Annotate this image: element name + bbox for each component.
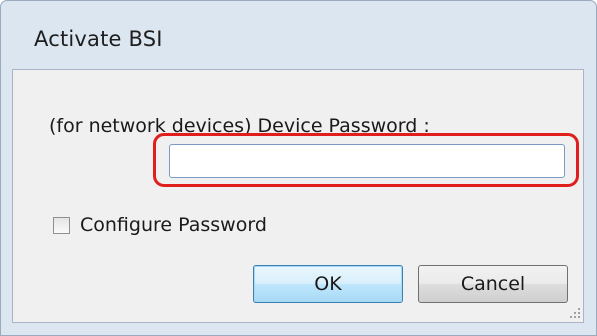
title-bar[interactable]: Activate BSI bbox=[1, 1, 596, 69]
device-password-input[interactable] bbox=[169, 144, 565, 178]
cancel-button-label: Cancel bbox=[460, 273, 526, 295]
resize-grip-icon[interactable] bbox=[569, 308, 581, 320]
configure-password-label[interactable]: Configure Password bbox=[80, 214, 267, 236]
configure-password-checkbox[interactable] bbox=[53, 216, 70, 234]
dialog-window: Activate BSI (for network devices) Devic… bbox=[0, 0, 597, 336]
dialog-body: (for network devices) Device Password : … bbox=[12, 69, 584, 323]
ok-button-label: OK bbox=[314, 273, 342, 295]
cancel-button[interactable]: Cancel bbox=[418, 265, 568, 303]
configure-password-option[interactable]: Configure Password bbox=[53, 214, 267, 236]
dialog-title: Activate BSI bbox=[34, 27, 163, 51]
ok-button[interactable]: OK bbox=[253, 265, 403, 303]
